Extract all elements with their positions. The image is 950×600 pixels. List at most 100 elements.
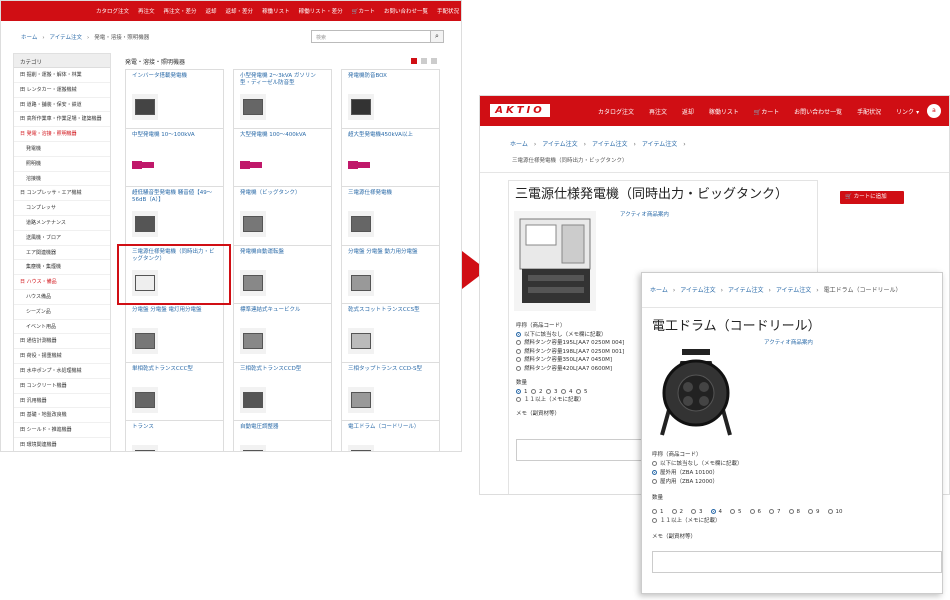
radio-icon[interactable] (652, 518, 657, 523)
sidebar-item[interactable]: 日 ハウス・備品 (14, 275, 110, 290)
radio-icon[interactable] (671, 509, 677, 514)
product-card[interactable]: 標準連結式キュービクル (233, 303, 332, 363)
radio-checked-icon[interactable] (652, 470, 657, 475)
compact-view-icon[interactable] (431, 58, 437, 64)
radio-icon[interactable] (516, 397, 521, 402)
sidebar-item[interactable]: コンプレッサ (14, 201, 110, 216)
radio-icon[interactable] (730, 509, 735, 514)
product-thumbnail[interactable] (132, 386, 158, 413)
nav-return-diff[interactable]: 返却・差分 (226, 7, 254, 15)
crumb-home[interactable]: ホーム (21, 35, 37, 41)
radio-icon[interactable] (516, 365, 521, 371)
option-radio[interactable]: 燃料タンク容量420L[AA7 0600M] (516, 365, 624, 374)
memo-textarea[interactable] (652, 551, 942, 573)
radio-icon[interactable] (652, 461, 657, 466)
product-card[interactable]: 発電機（ビッグタンク） (233, 186, 332, 246)
sidebar-item[interactable]: 田 高所作業車・作業足場・建築機器 (14, 112, 110, 128)
product-name[interactable]: 大型発電機 100～400kVA (234, 129, 331, 151)
product-card[interactable]: 単相乾式トランスCCC型 (125, 361, 224, 422)
sidebar-item[interactable]: 田 掘削・運搬・解体・林業 (14, 68, 110, 83)
radio-icon[interactable] (808, 509, 813, 514)
nav-catalog-order[interactable]: カタログ注文 (96, 7, 129, 15)
radio-icon[interactable] (546, 388, 551, 394)
nav-cart[interactable]: 🛒カート (754, 109, 780, 116)
radio-icon[interactable] (531, 388, 536, 394)
product-thumbnail[interactable] (348, 153, 374, 179)
crumb-item-order[interactable]: アイテム注文 (680, 287, 715, 294)
product-thumbnail[interactable] (240, 269, 266, 296)
quantity-option[interactable]: 6 (758, 509, 762, 515)
sidebar-item[interactable]: 照明機 (14, 157, 110, 172)
quantity-more[interactable]: １１以上（メモに記載） (652, 517, 851, 526)
product-card[interactable]: 三電源仕様発電機 (341, 186, 440, 246)
sidebar-item[interactable]: 日 発電・溶接・照明機器 (14, 127, 110, 142)
product-name[interactable]: 三電源仕様発電機 (342, 187, 439, 209)
crumb-item-order[interactable]: アイテム注文 (542, 141, 577, 148)
nav-return[interactable]: 返却 (682, 109, 694, 116)
sidebar-item[interactable]: 発電機 (14, 142, 110, 157)
option-radio[interactable]: 燃料タンク容量350L[AA7 0450M] (516, 356, 624, 365)
quantity-option[interactable]: 7 (777, 509, 781, 515)
sidebar-item[interactable]: 田 環境関連機器 (14, 438, 110, 451)
product-name[interactable]: 分電盤 分電盤 電灯用分電盤 (126, 304, 223, 326)
radio-icon[interactable] (749, 509, 755, 514)
product-card[interactable]: 大型発電機 100～400kVA (233, 127, 332, 188)
product-card[interactable]: 乾式スコットトランスCCS型 (341, 303, 440, 363)
radio-icon[interactable] (652, 479, 657, 484)
sidebar-item[interactable]: 田 レンタカー・運搬機械 (14, 83, 110, 98)
quantity-option[interactable]: 5 (738, 509, 742, 515)
product-card[interactable]: 発電機防音BOX (341, 69, 440, 129)
radio-icon[interactable] (516, 340, 521, 345)
memo-textarea[interactable] (516, 439, 656, 461)
product-thumbnail[interactable] (132, 445, 158, 451)
radio-icon[interactable] (576, 388, 581, 394)
product-name[interactable]: インバータ搭載発電機 (126, 70, 223, 92)
product-name[interactable]: 発電機自動運転盤 (234, 246, 331, 268)
radio-icon[interactable] (788, 509, 794, 514)
radio-checked-icon[interactable] (516, 331, 521, 337)
product-name[interactable]: 標準連結式キュービクル (234, 304, 331, 326)
sidebar-item[interactable]: シーズン品 (14, 305, 110, 320)
product-guide-link[interactable]: アクティオ商品案内 (764, 338, 813, 346)
product-card[interactable]: 超低騒音型発電機 騒音値【49～56dB（A）】 (125, 186, 224, 246)
sidebar-item[interactable]: 田 通信計測機器 (14, 334, 110, 350)
avatar[interactable]: a (927, 104, 941, 118)
product-thumbnail[interactable] (348, 386, 374, 413)
sidebar-item[interactable]: 田 道路・舗装・保安・鉄道 (14, 98, 110, 113)
quantity-more[interactable]: １１以上（メモに記載） (516, 396, 624, 405)
product-name[interactable]: 発電機（ビッグタンク） (234, 187, 331, 209)
radio-icon[interactable] (827, 509, 833, 514)
product-name[interactable]: 三相乾式トランスCCD型 (234, 363, 331, 385)
sidebar-item[interactable]: 田 基礎・地盤改良機 (14, 408, 110, 424)
nav-arrangement[interactable]: 手配状況 (857, 109, 881, 116)
product-name[interactable]: 自動電圧調整器 (234, 421, 331, 443)
product-thumbnail[interactable] (240, 328, 266, 354)
nav-return[interactable]: 返却 (206, 7, 217, 15)
product-card[interactable]: 中型発電機 10～100kVA (125, 127, 224, 188)
nav-active-list[interactable]: 稼働リスト (709, 109, 739, 116)
quantity-option[interactable]: 2 (680, 509, 684, 515)
product-thumbnail[interactable] (132, 211, 158, 237)
sidebar-item[interactable]: 田 シールド・推進機器 (14, 423, 110, 438)
product-thumbnail[interactable] (240, 386, 266, 413)
add-to-cart-button[interactable]: 🛒 カートに追加 (840, 191, 904, 204)
product-thumbnail[interactable] (240, 94, 266, 120)
radio-icon[interactable] (561, 388, 566, 394)
sidebar-item[interactable]: エア関連機器 (14, 246, 110, 261)
product-card[interactable]: 電工ドラム（コードリール） (341, 420, 440, 451)
grid-view-icon[interactable] (411, 58, 417, 64)
product-name[interactable]: 分電盤 分電盤 動力用分電盤 (342, 246, 439, 268)
product-name[interactable]: 超大型発電機450kVA以上 (342, 129, 439, 151)
product-name[interactable]: 中型発電機 10～100kVA (126, 129, 223, 151)
product-thumbnail[interactable] (132, 153, 158, 179)
product-name[interactable]: 発電機防音BOX (342, 70, 439, 92)
product-card[interactable]: 小型発電機 2～3kVA ガソリン型・ディーゼル防音型 (233, 69, 332, 129)
product-card[interactable]: トランス (125, 420, 224, 451)
radio-icon[interactable] (516, 348, 521, 354)
product-name[interactable]: 電工ドラム（コードリール） (342, 421, 439, 443)
product-card[interactable]: 自動電圧調整器 (233, 420, 332, 451)
aktio-logo[interactable]: AKTIO (490, 104, 550, 117)
product-card[interactable]: 分電盤 分電盤 動力用分電盤 (341, 244, 440, 305)
quantity-option[interactable]: 8 (797, 509, 801, 515)
crumb-item-order[interactable]: アイテム注文 (50, 35, 82, 41)
